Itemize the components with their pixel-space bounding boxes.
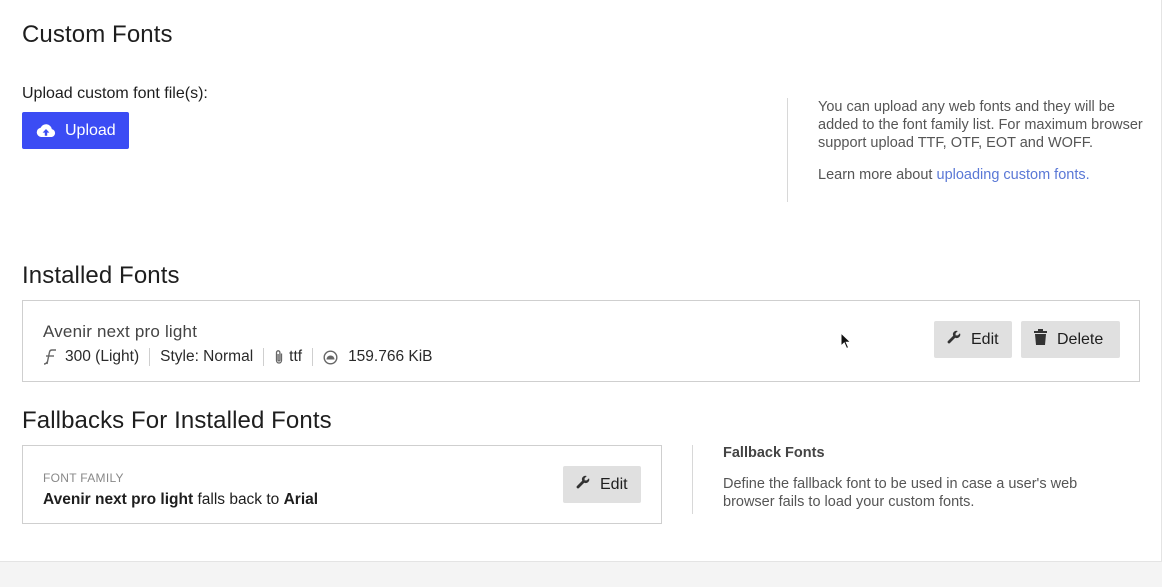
installed-font-card: Avenir next pro light 300 (Light) Style:… bbox=[22, 300, 1140, 382]
upload-info-panel: You can upload any web fonts and they wi… bbox=[787, 98, 1147, 202]
edit-label: Edit bbox=[971, 330, 999, 348]
fallbacks-heading: Fallbacks For Installed Fonts bbox=[22, 407, 332, 434]
fallback-info-panel: Fallback Fonts Define the fallback font … bbox=[692, 445, 1132, 514]
meta-divider bbox=[263, 348, 265, 366]
meta-divider bbox=[312, 348, 314, 366]
upload-button[interactable]: Upload bbox=[22, 112, 129, 149]
fallback-target-font: Arial bbox=[283, 491, 319, 508]
trash-icon bbox=[1034, 329, 1047, 350]
cloud-upload-icon bbox=[36, 123, 56, 139]
font-name: Avenir next pro light bbox=[43, 322, 198, 341]
fallback-info-text: Define the fallback font to be used in c… bbox=[723, 476, 1078, 510]
upload-label: Upload custom font file(s): bbox=[22, 85, 208, 102]
uploading-custom-fonts-link[interactable]: uploading custom fonts. bbox=[937, 167, 1090, 183]
falls-back-text: falls back to bbox=[193, 491, 284, 508]
installed-fonts-heading: Installed Fonts bbox=[22, 262, 180, 289]
font-style: Style: Normal bbox=[160, 348, 254, 365]
delete-font-button[interactable]: Delete bbox=[1021, 321, 1120, 358]
font-format: ttf bbox=[289, 348, 303, 365]
upload-info-text: You can upload any web fonts and they wi… bbox=[818, 99, 1143, 151]
learn-more-prefix: Learn more about bbox=[818, 167, 937, 183]
wrench-icon bbox=[947, 330, 961, 349]
edit-label: Edit bbox=[600, 475, 628, 493]
custom-fonts-heading: Custom Fonts bbox=[22, 21, 173, 48]
font-family-label: FONT FAMILY bbox=[43, 471, 124, 485]
learn-more-text: Learn more about uploading custom fonts. bbox=[818, 166, 1147, 184]
file-size-icon bbox=[323, 349, 338, 365]
fallback-font-name: Avenir next pro light bbox=[43, 491, 194, 508]
footer-band bbox=[0, 562, 1162, 587]
fallback-card: FONT FAMILY Avenir next pro light falls … bbox=[22, 445, 662, 524]
upload-button-label: Upload bbox=[65, 121, 116, 139]
mouse-cursor-icon bbox=[840, 331, 852, 355]
custom-fonts-page: Custom Fonts Upload custom font file(s):… bbox=[0, 0, 1162, 562]
edit-font-button[interactable]: Edit bbox=[934, 321, 1012, 358]
font-weight: 300 (Light) bbox=[65, 348, 140, 365]
fallback-info-title: Fallback Fonts bbox=[723, 445, 825, 461]
font-weight-icon bbox=[43, 349, 57, 365]
paperclip-icon bbox=[274, 349, 284, 365]
font-meta: 300 (Light) Style: Normal ttf 159.766 Ki… bbox=[43, 347, 433, 367]
fallback-description: Avenir next pro light falls back to Aria… bbox=[43, 491, 318, 509]
wrench-icon bbox=[576, 475, 590, 494]
meta-divider bbox=[149, 348, 151, 366]
delete-label: Delete bbox=[1057, 330, 1104, 348]
edit-fallback-button[interactable]: Edit bbox=[563, 466, 641, 503]
font-size: 159.766 KiB bbox=[348, 348, 433, 365]
